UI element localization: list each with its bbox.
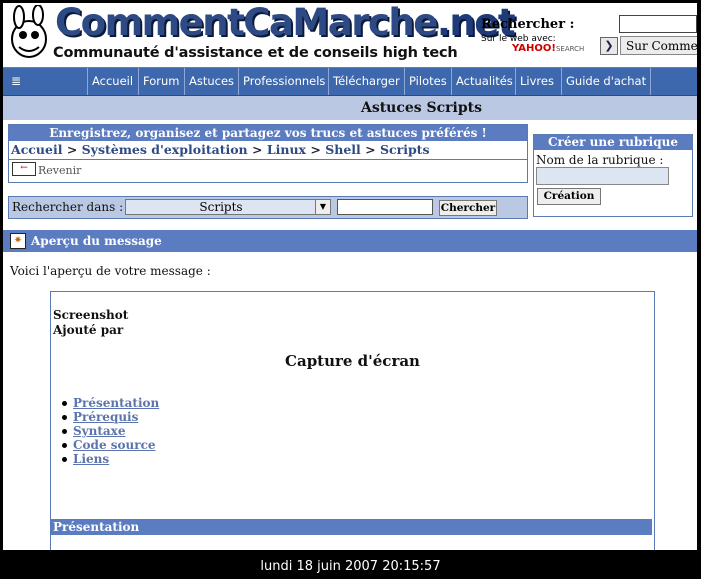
main-nav: ≣ Accueil Forum Astuces Professionnels T… — [3, 67, 697, 96]
search-term-input[interactable] — [337, 199, 433, 215]
breadcrumb-shell[interactable]: Shell — [325, 142, 361, 157]
search-submit-button[interactable]: Chercher — [439, 200, 497, 216]
share-tips-box: Enregistrez, organisez et partagez vos t… — [8, 124, 528, 183]
nav-item-pilotes[interactable]: Pilotes — [404, 68, 451, 95]
site-logo-title[interactable]: CommentCaMarche.net — [55, 3, 516, 44]
web-search-input[interactable] — [619, 15, 697, 33]
nav-item-forum[interactable]: Forum — [138, 68, 183, 95]
nav-item-actualites[interactable]: Actualités — [451, 68, 517, 95]
toc-link-presentation[interactable]: Présentation — [61, 396, 159, 410]
preview-title: Aperçu du message — [31, 234, 162, 248]
breadcrumb-linux[interactable]: Linux — [267, 142, 306, 157]
message-heading: Capture d'écran — [285, 352, 420, 370]
nav-item-guide-achat[interactable]: Guide d'achat — [561, 68, 652, 95]
table-of-contents: Présentation Prérequis Syntaxe Code sour… — [59, 396, 159, 466]
chevron-down-icon[interactable]: ▼ — [315, 200, 330, 214]
arrow-right-icon[interactable]: ❯ — [600, 37, 618, 55]
breadcrumb-accueil[interactable]: Accueil — [11, 142, 62, 157]
toc-link-liens[interactable]: Liens — [61, 452, 159, 466]
create-section-button[interactable]: Création — [537, 188, 601, 205]
create-section-box: Créer une rubrique Nom de la rubrique : … — [533, 134, 693, 217]
message-preview-frame: Screenshot Ajouté par Capture d'écran Pr… — [50, 291, 655, 550]
search-scope-value: Scripts — [199, 200, 243, 214]
share-tips-title: Enregistrez, organisez et partagez vos t… — [9, 125, 527, 141]
search-scope-select[interactable]: Scripts ▼ — [125, 199, 331, 215]
toc-link-syntaxe[interactable]: Syntaxe — [61, 424, 159, 438]
nav-item-accueil[interactable]: Accueil — [87, 68, 137, 95]
nav-item-livres[interactable]: Livres — [515, 68, 558, 95]
message-line-added-by: Ajouté par — [53, 323, 124, 337]
menu-icon[interactable]: ≣ — [11, 74, 27, 88]
section-name-input[interactable] — [536, 167, 669, 185]
breadcrumb-scripts[interactable]: Scripts — [380, 142, 430, 157]
message-line-screenshot: Screenshot — [53, 308, 129, 322]
taskbar-clock: lundi 18 juin 2007 20:15:57 — [260, 559, 441, 574]
mascot-logo-icon[interactable] — [5, 5, 53, 61]
preview-header: ✷ Aperçu du message — [3, 230, 697, 252]
yahoo-search-logo: YAHOO!SEARCH — [512, 43, 585, 54]
page-title: Astuces Scripts — [360, 100, 482, 116]
page-title-bar: Astuces Scripts — [3, 96, 697, 120]
web-search-button[interactable]: Sur Commen — [620, 36, 697, 55]
site-tagline: Communauté d'assistance et de conseils h… — [53, 45, 458, 61]
preview-intro: Voici l'aperçu de votre message : — [10, 264, 211, 278]
web-search-label: Rechercher : — [481, 17, 575, 32]
section-name-label: Nom de la rubrique : — [536, 153, 664, 167]
back-link[interactable]: Revenir — [38, 164, 81, 177]
nav-item-astuces[interactable]: Astuces — [184, 68, 238, 95]
nav-item-professionnels[interactable]: Professionnels — [238, 68, 329, 95]
back-arrow-icon[interactable]: ← — [12, 162, 36, 176]
taskbar: lundi 18 juin 2007 20:15:57 — [0, 550, 701, 579]
nav-item-telecharger[interactable]: Télécharger — [328, 68, 404, 95]
breadcrumb: Accueil > Systèmes d'exploitation > Linu… — [9, 141, 527, 160]
search-in-bar: Rechercher dans : Scripts ▼ Chercher — [8, 196, 528, 219]
back-row: ← Revenir — [9, 160, 527, 180]
lightbulb-icon: ✷ — [10, 233, 26, 249]
breadcrumb-systemes[interactable]: Systèmes d'exploitation — [82, 142, 248, 157]
toc-link-code-source[interactable]: Code source — [61, 438, 159, 452]
browser-page: CommentCaMarche.net Communauté d'assista… — [3, 3, 697, 550]
site-header: CommentCaMarche.net Communauté d'assista… — [3, 3, 697, 65]
toc-link-prerequis[interactable]: Prérequis — [61, 410, 159, 424]
search-in-label: Rechercher dans : — [12, 200, 124, 214]
create-section-title: Créer une rubrique — [534, 135, 692, 150]
section-header-presentation: Présentation — [51, 519, 652, 535]
